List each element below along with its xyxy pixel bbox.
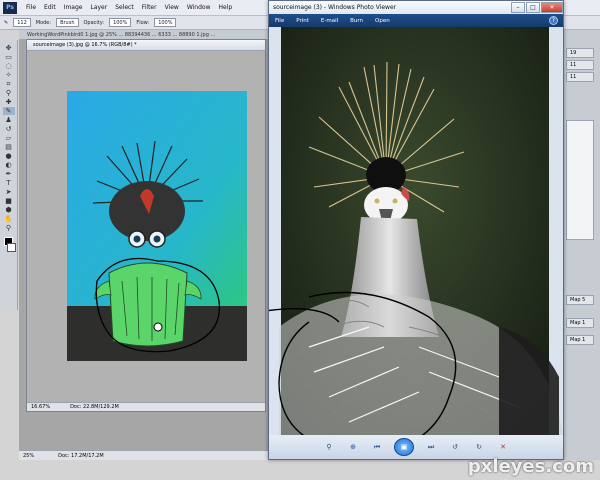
eyedropper-tool-icon[interactable]: ⚲ (3, 89, 15, 97)
eraser-tool-icon[interactable]: ▱ (3, 134, 15, 142)
blur-tool-icon[interactable]: ● (3, 152, 15, 160)
dodge-tool-icon[interactable]: ◐ (3, 161, 15, 169)
pv-menu-burn[interactable]: Burn (350, 18, 363, 24)
close-button[interactable]: ✕ (541, 2, 563, 13)
healing-tool-icon[interactable]: ✚ (3, 98, 15, 106)
crowned-crane-photo (269, 27, 563, 435)
zoom-icon[interactable]: ⚲ (322, 440, 336, 454)
pv-menu-print[interactable]: Print (296, 18, 309, 24)
watermark-text: pxleyes.com (467, 456, 594, 477)
path-select-tool-icon[interactable]: ➤ (3, 188, 15, 196)
lasso-tool-icon[interactable]: ◌ (3, 62, 15, 70)
desktop-screen: Ps File Edit Image Layer Select Filter V… (0, 0, 600, 480)
pv-menu-open[interactable]: Open (375, 18, 390, 24)
flow-label: Flow: (136, 19, 150, 26)
slideshow-play-icon[interactable]: ▣ (394, 438, 414, 456)
document-window: sourceimage (3).jpg @ 16.7% (RGB/8#) * 1… (26, 39, 266, 412)
gradient-tool-icon[interactable]: ▤ (3, 143, 15, 151)
photo-viewer-title: sourceimage (3) - Windows Photo Viewer (273, 4, 397, 11)
mode-select[interactable]: Brush (56, 18, 79, 27)
photo-viewer-titlebar[interactable]: sourceimage (3) - Windows Photo Viewer –… (269, 1, 563, 14)
background-color-swatch[interactable] (7, 243, 16, 252)
hand-tool-icon[interactable]: ✋ (3, 215, 15, 223)
rotate-right-icon[interactable]: ↻ (472, 440, 486, 454)
document-title[interactable]: sourceimage (3).jpg @ 16.7% (RGB/8#) * (27, 40, 265, 51)
crop-tool-icon[interactable]: ⌗ (3, 80, 15, 88)
main-doc-size: Doc: 17.2M/17.2M (58, 452, 104, 459)
brush-tool-icon[interactable]: ✎ (4, 20, 8, 26)
window-caption-buttons: – □ ✕ (510, 2, 563, 13)
photoshop-logo: Ps (3, 1, 17, 14)
menu-help[interactable]: Help (215, 4, 237, 11)
main-zoom[interactable]: 25% (23, 453, 34, 459)
maximize-button[interactable]: □ (526, 2, 540, 13)
layer-map-5[interactable]: Map 5 (566, 295, 594, 305)
opacity-label: Opacity: (83, 19, 105, 26)
pen-tool-icon[interactable]: ✒ (3, 170, 15, 178)
artwork-canvas (67, 91, 247, 361)
3d-tool-icon[interactable]: ⬢ (3, 206, 15, 214)
previous-icon[interactable]: ⏮ (370, 440, 384, 454)
panel-value-2[interactable]: 11 (566, 60, 594, 70)
brush-size-field[interactable]: 112 (13, 18, 31, 27)
shape-tool-icon[interactable]: ■ (3, 197, 15, 205)
marquee-tool-icon[interactable]: ▭ (3, 53, 15, 61)
photo-viewer-window: sourceimage (3) - Windows Photo Viewer –… (268, 0, 564, 460)
stamp-tool-icon[interactable]: ♟ (3, 116, 15, 124)
panel-value-1[interactable]: 19 (566, 48, 594, 58)
help-icon[interactable]: ? (549, 16, 558, 25)
flow-field[interactable]: 100% (154, 18, 177, 27)
minimize-button[interactable]: – (511, 2, 525, 13)
layer-map-1b[interactable]: Map 1 (566, 335, 594, 345)
actual-size-icon[interactable]: ⊕ (346, 440, 360, 454)
main-status-bar: 25% Doc: 17.2M/17.2M (19, 450, 269, 460)
zoom-tool-icon[interactable]: ⚲ (3, 224, 15, 232)
tools-panel: ✥ ▭ ◌ ✧ ⌗ ⚲ ✚ ✎ ♟ ↺ ▱ ▤ ● ◐ ✒ T ➤ ■ ⬢ ✋ … (0, 40, 18, 310)
menu-layer[interactable]: Layer (86, 4, 111, 11)
brush-tool-icon[interactable]: ✎ (2, 107, 15, 115)
menu-image[interactable]: Image (60, 4, 87, 11)
menu-file[interactable]: File (22, 4, 40, 11)
photo-viewer-stage (269, 27, 563, 435)
layer-map-1a[interactable]: Map 1 (566, 318, 594, 328)
pv-menu-file[interactable]: File (275, 18, 284, 24)
move-tool-icon[interactable]: ✥ (3, 44, 15, 52)
right-panel-dock (562, 30, 600, 460)
adjustment-panel[interactable] (566, 120, 594, 240)
photo-viewer-menubar: File Print E-mail Burn Open ? (269, 14, 563, 27)
menu-view[interactable]: View (161, 4, 183, 11)
menu-window[interactable]: Window (183, 4, 215, 11)
menu-select[interactable]: Select (111, 4, 138, 11)
document-tabs[interactable]: WorkingWordPinkbird0 1.jpg @ 25% ... 883… (19, 30, 269, 39)
document-size: Doc: 22.8M/129.2M (70, 404, 119, 410)
type-tool-icon[interactable]: T (3, 179, 15, 187)
history-brush-tool-icon[interactable]: ↺ (3, 125, 15, 133)
panel-value-3[interactable]: 11 (566, 72, 594, 82)
document-status-bar: 16.67% Doc: 22.8M/129.2M (27, 402, 265, 411)
menu-filter[interactable]: Filter (138, 4, 161, 11)
menu-edit[interactable]: Edit (40, 4, 60, 11)
pv-menu-email[interactable]: E-mail (321, 18, 338, 24)
mode-label: Mode: (35, 19, 52, 26)
next-icon[interactable]: ⏭ (424, 440, 438, 454)
canvas[interactable] (27, 51, 265, 403)
document-zoom[interactable]: 16.67% (31, 404, 50, 410)
quick-select-tool-icon[interactable]: ✧ (3, 71, 15, 79)
rotate-left-icon[interactable]: ↺ (448, 440, 462, 454)
opacity-field[interactable]: 100% (109, 18, 132, 27)
delete-icon[interactable]: ✕ (496, 440, 510, 454)
